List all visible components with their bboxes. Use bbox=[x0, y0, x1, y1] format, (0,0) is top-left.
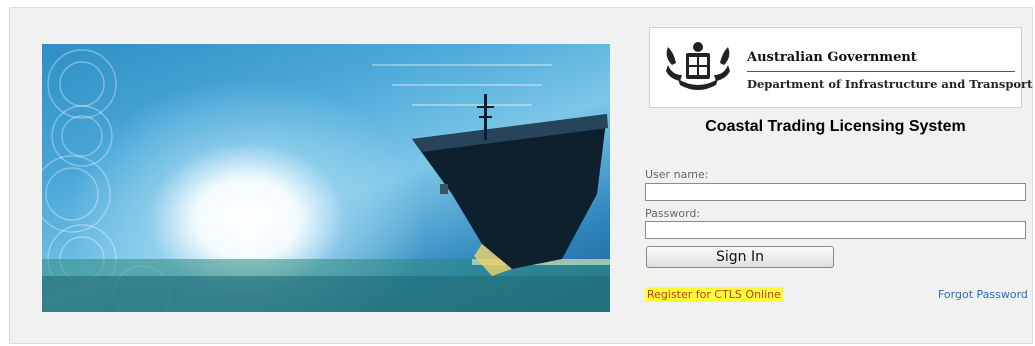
sign-in-button[interactable]: Sign In bbox=[646, 246, 834, 268]
register-link[interactable]: Register for CTLS Online bbox=[645, 287, 783, 302]
ship-banner-art bbox=[42, 49, 610, 312]
username-input[interactable] bbox=[645, 183, 1026, 201]
divider bbox=[747, 71, 1015, 72]
password-input[interactable] bbox=[645, 221, 1026, 239]
sign-in-button-label: Sign In bbox=[716, 249, 764, 265]
forgot-password-link[interactable]: Forgot Password bbox=[938, 288, 1028, 301]
username-label: User name: bbox=[645, 168, 709, 181]
page-title: Coastal Trading Licensing System bbox=[705, 118, 966, 135]
coat-of-arms-icon bbox=[658, 35, 738, 99]
government-name: Australian Government bbox=[747, 50, 917, 65]
government-header: Australian Government Department of Infr… bbox=[649, 27, 1032, 108]
password-label: Password: bbox=[645, 207, 701, 220]
ship-banner-image bbox=[42, 44, 610, 312]
department-name: Department of Infrastructure and Transpo… bbox=[747, 77, 1033, 91]
